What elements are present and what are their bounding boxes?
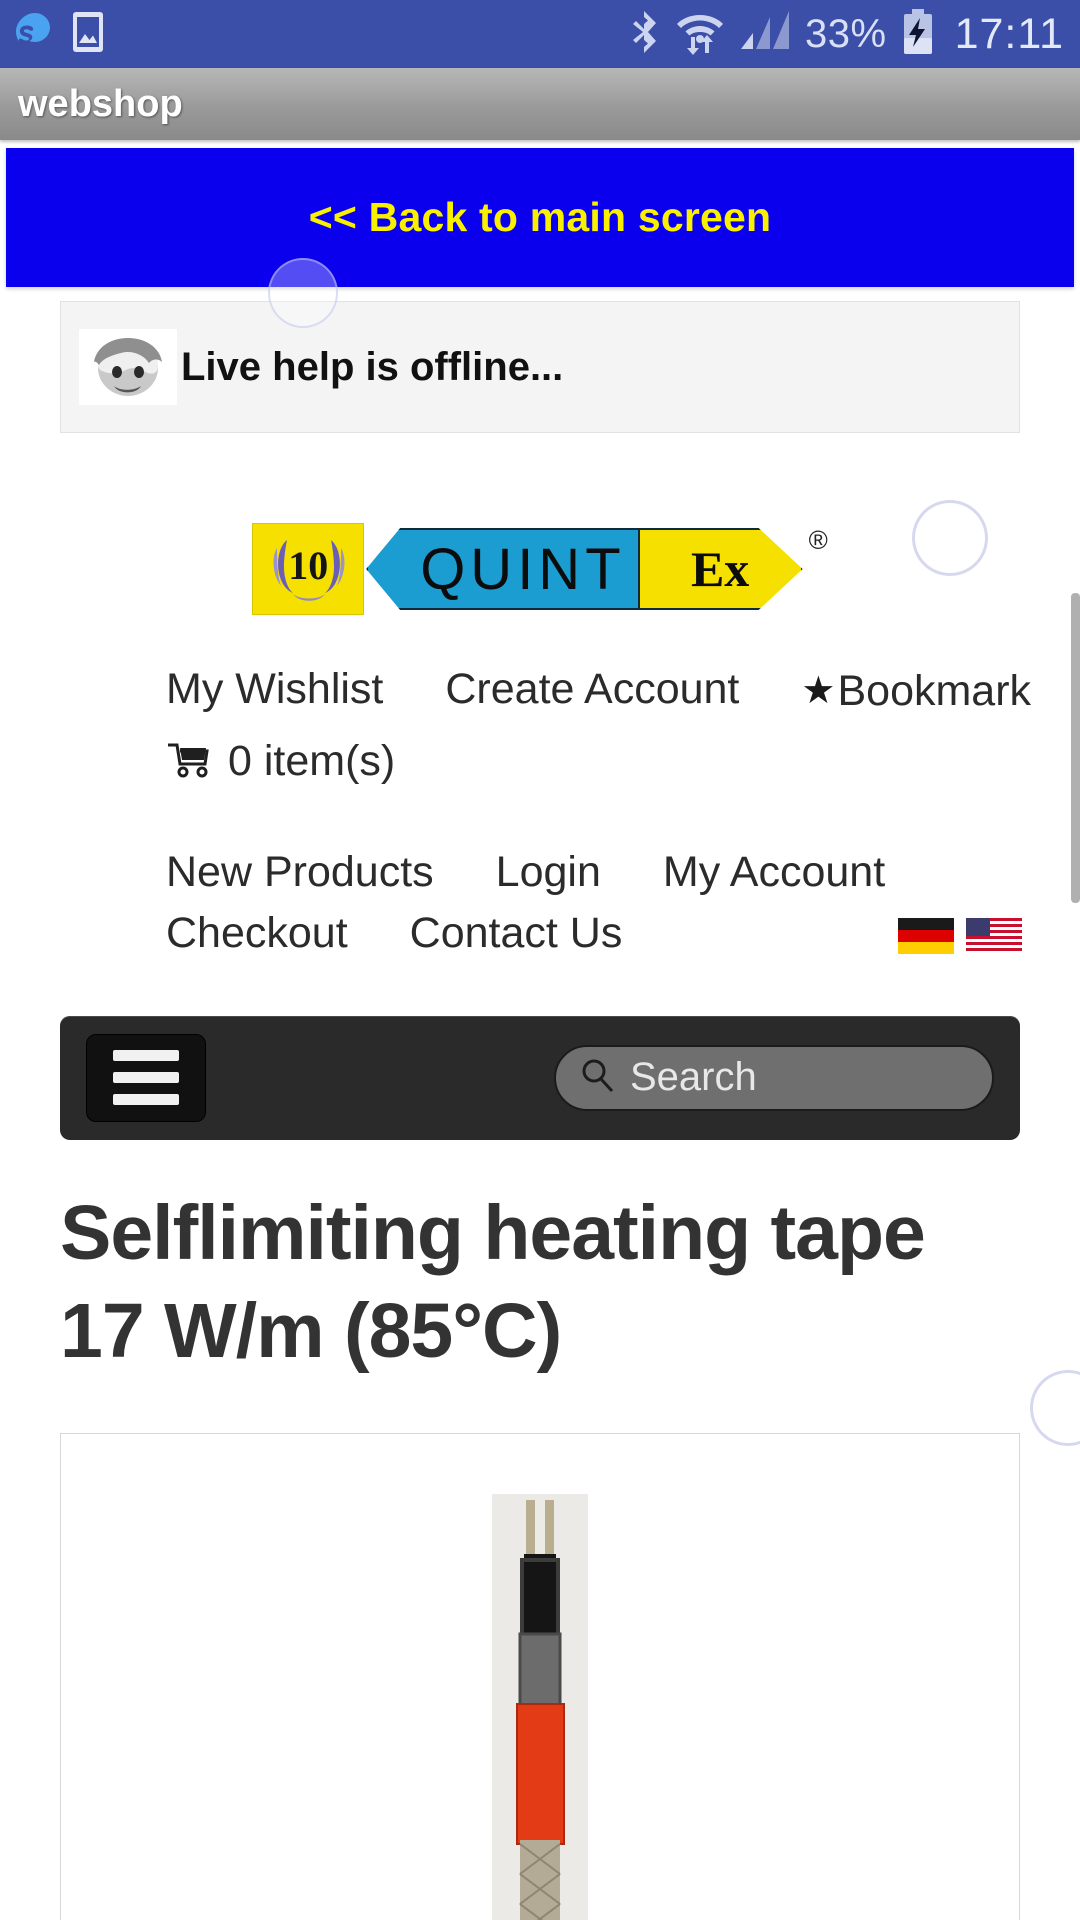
live-help-status-label: Live help is offline...: [181, 344, 564, 389]
status-bar-left-icons: [16, 10, 106, 59]
cart-summary[interactable]: 0 item(s): [166, 737, 1080, 786]
quint-ex-logo: 10 QUINT Ex ®: [252, 523, 828, 615]
toolbar-container: Search: [0, 1015, 1080, 1140]
nav-link-bookmark-label: Bookmark: [837, 667, 1032, 716]
main-nav: New Products Login My Account Checkout C…: [0, 842, 1080, 964]
wifi-data-transfer-icon: [675, 9, 725, 60]
account-nav: My Wishlist Create Account ★ Bookmark 0: [0, 659, 1080, 786]
back-button-container: << Back to main screen: [0, 148, 1080, 293]
nav-link-checkout[interactable]: Checkout: [166, 903, 348, 964]
us-flag-icon[interactable]: [966, 917, 1022, 954]
badge-number-label: 10: [288, 542, 329, 588]
site-logo-container[interactable]: 10 QUINT Ex ®: [0, 523, 1080, 615]
cellular-signal-icon: [739, 9, 791, 60]
account-nav-row: My Wishlist Create Account ★ Bookmark: [166, 659, 1080, 723]
back-button-label: << Back to main screen: [308, 194, 772, 240]
app-title-label: webshop: [18, 82, 183, 125]
hamburger-bar: [113, 1050, 179, 1062]
skype-icon: [16, 10, 54, 59]
battery-charging-icon: [901, 8, 935, 61]
app-title-bar: webshop: [0, 68, 1080, 140]
app-screen: 33% 17:11 webshop << Back to main screen: [0, 0, 1080, 1920]
screenshot-image-icon: [70, 10, 106, 59]
nav-link-bookmark[interactable]: ★ Bookmark: [801, 661, 1031, 722]
quint-wordmark-label: QUINT: [420, 536, 626, 602]
product-image: [492, 1493, 588, 1920]
search-input[interactable]: Search: [554, 1044, 994, 1111]
back-to-main-screen-button[interactable]: << Back to main screen: [6, 148, 1074, 287]
live-help-banner[interactable]: Live help is offline...: [60, 301, 1020, 433]
hamburger-menu-icon[interactable]: [86, 1033, 206, 1122]
search-icon: [578, 1056, 616, 1099]
hamburger-bar: [113, 1072, 179, 1084]
hamburger-bar: [113, 1094, 179, 1106]
main-nav-row-1: New Products Login My Account: [166, 842, 1080, 903]
star-icon: ★: [801, 670, 836, 712]
clock-label: 17:11: [954, 9, 1064, 58]
webview-content[interactable]: Live help is offline... 10 QUINT Ex ® My…: [0, 293, 1080, 1920]
language-switcher: [898, 917, 1022, 954]
ex-label: Ex: [690, 541, 750, 597]
status-bar-right-icons: 33% 17:11: [631, 8, 1064, 61]
page-title: Selflimiting heating tape 17 W/m (85°C): [60, 1189, 926, 1375]
page-scrollbar[interactable]: [1071, 593, 1080, 903]
android-status-bar: 33% 17:11: [0, 0, 1080, 68]
product-image-container[interactable]: [60, 1432, 1020, 1920]
german-flag-icon[interactable]: [898, 917, 954, 954]
battery-percent-label: 33%: [805, 11, 887, 56]
nav-link-my-account[interactable]: My Account: [663, 842, 885, 903]
live-help-operator-icon: [79, 329, 177, 405]
nav-link-new-products[interactable]: New Products: [166, 842, 434, 903]
registered-trademark-icon: ®: [808, 525, 828, 555]
shopping-cart-icon: [166, 739, 214, 784]
nav-link-login[interactable]: Login: [496, 842, 601, 903]
nav-link-my-wishlist[interactable]: My Wishlist: [166, 659, 383, 720]
anniversary-badge-icon: 10: [252, 523, 365, 615]
quint-banner: QUINT: [366, 528, 640, 610]
cart-item-count-label: 0 item(s): [228, 736, 396, 785]
nav-link-contact-us[interactable]: Contact Us: [410, 903, 623, 964]
ex-hexagon: Ex: [638, 528, 803, 610]
site-toolbar: Search: [60, 1015, 1020, 1140]
search-placeholder-label: Search: [630, 1055, 757, 1100]
bluetooth-icon: [631, 9, 661, 60]
nav-link-create-account[interactable]: Create Account: [445, 659, 739, 720]
